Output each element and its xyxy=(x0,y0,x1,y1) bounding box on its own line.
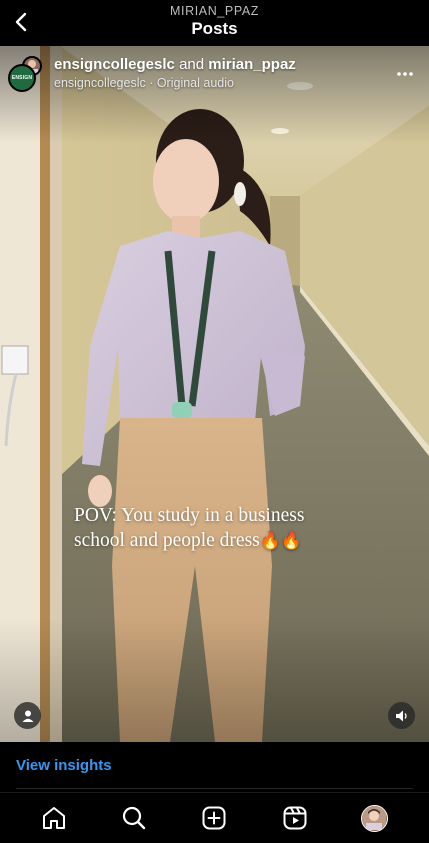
and-text: and xyxy=(179,56,205,73)
reel-video[interactable]: ENSIGN ensigncollegeslc and mirian_ppaz … xyxy=(0,46,429,742)
avatar-ensign: ENSIGN xyxy=(8,64,36,92)
post-header: ENSIGN ensigncollegeslc and mirian_ppaz … xyxy=(8,54,421,100)
account-2-link[interactable]: mirian_ppaz xyxy=(208,56,296,73)
nav-search[interactable] xyxy=(112,796,156,840)
search-icon xyxy=(123,806,146,830)
reels-icon xyxy=(283,806,307,830)
account-1-link[interactable]: ensigncollegeslc xyxy=(54,56,175,73)
create-icon xyxy=(202,806,226,830)
page-title: Posts xyxy=(191,19,238,38)
sound-toggle-button[interactable] xyxy=(388,702,415,729)
bottom-navigation xyxy=(0,792,429,843)
reel-caption-overlay: POV: You study in a business school and … xyxy=(74,503,364,554)
more-options-button[interactable] xyxy=(393,64,417,84)
nav-reels[interactable] xyxy=(273,796,317,840)
audio-link[interactable]: ensigncollegeslc · Original audio xyxy=(54,76,234,90)
more-options-icon xyxy=(397,72,413,76)
nav-create[interactable] xyxy=(192,796,236,840)
nav-home[interactable] xyxy=(32,796,76,840)
collab-avatars[interactable]: ENSIGN xyxy=(8,56,42,92)
tagged-people-button[interactable] xyxy=(14,702,41,729)
top-bar: MIRIAN_PPAZ Posts xyxy=(0,0,429,46)
home-icon xyxy=(43,807,66,829)
overlay-line-1: POV: You study in a business xyxy=(74,505,305,526)
sound-icon xyxy=(395,710,407,721)
insights-bar: View insights xyxy=(0,742,429,790)
overlay-line-2: school and people dress xyxy=(74,530,260,551)
tag-people-icon xyxy=(22,710,33,722)
profile-username: MIRIAN_PPAZ xyxy=(169,4,260,18)
divider xyxy=(16,788,413,789)
nav-profile[interactable] xyxy=(353,796,397,840)
ensign-logo-text: ENSIGN xyxy=(11,75,33,81)
post-accounts[interactable]: ensigncollegeslc and mirian_ppaz xyxy=(54,56,296,73)
fire-emoji: 🔥🔥 xyxy=(259,531,303,551)
profile-avatar xyxy=(361,804,389,832)
view-insights-link[interactable]: View insights xyxy=(16,757,112,774)
